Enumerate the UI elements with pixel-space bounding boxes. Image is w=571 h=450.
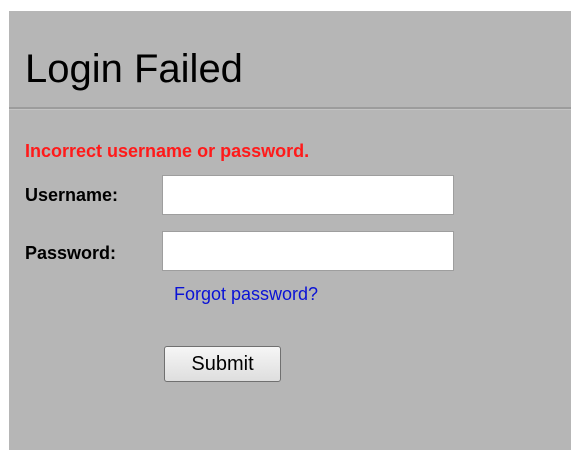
username-label: Username: [25,185,119,205]
forgot-password-link[interactable]: Forgot password? [174,284,318,305]
title-divider [9,107,571,110]
page-title: Login Failed [25,47,243,91]
login-failed-panel: Login Failed Incorrect username or passw… [9,11,571,450]
username-input[interactable] [162,175,454,215]
submit-button[interactable]: Submit [164,346,281,382]
error-message: Incorrect username or password. [25,141,310,161]
password-input[interactable] [162,231,454,271]
password-label: Password: [25,243,117,263]
